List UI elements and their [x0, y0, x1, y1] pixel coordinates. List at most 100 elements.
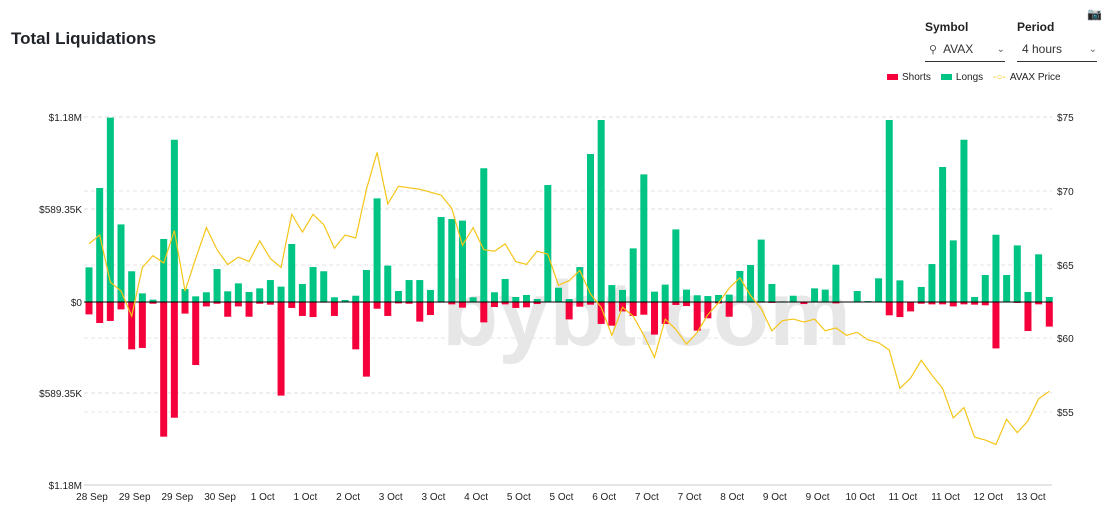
long-bar — [1045, 296, 1053, 302]
x-tick-label: 4 Oct — [464, 492, 488, 503]
long-bar — [213, 269, 221, 302]
long-bar — [288, 243, 296, 302]
short-bar — [949, 302, 957, 307]
short-bar — [352, 302, 360, 350]
long-bar — [277, 286, 285, 302]
long-bar — [949, 240, 957, 302]
long-bar — [939, 167, 947, 302]
long-bar — [458, 220, 466, 302]
long-bar — [320, 271, 328, 302]
short-bar — [85, 302, 93, 315]
right-tick-label: $65 — [1057, 261, 1074, 272]
long-bar — [202, 292, 210, 302]
long-bar — [85, 267, 93, 302]
long-bar — [672, 229, 680, 302]
long-bar — [405, 280, 413, 302]
long-bar — [875, 278, 883, 302]
x-tick-label: 5 Oct — [507, 492, 531, 503]
long-bar — [384, 265, 392, 302]
short-bar — [896, 302, 904, 318]
x-tick-label: 3 Oct — [379, 492, 403, 503]
long-bar — [704, 296, 712, 302]
x-tick-label: 13 Oct — [1016, 492, 1046, 503]
long-bar — [106, 117, 114, 302]
right-tick-label: $75 — [1057, 113, 1074, 124]
long-bar — [437, 217, 445, 302]
long-bar — [619, 289, 626, 302]
short-bar — [576, 302, 584, 307]
short-bar — [693, 302, 701, 331]
short-bar — [651, 302, 659, 335]
short-bar — [234, 302, 242, 307]
long-bar — [896, 280, 904, 302]
short-bar — [181, 302, 189, 314]
long-bar — [1013, 245, 1021, 302]
liquidations-panel: Total Liquidations 📷 Symbol ⚲ AVAX ⌄ Per… — [0, 0, 1108, 509]
x-tick-label: 3 Oct — [421, 492, 445, 503]
long-bar — [821, 289, 829, 302]
short-bar — [907, 302, 915, 312]
short-bar — [309, 302, 317, 318]
short-bar — [96, 302, 104, 324]
short-bar — [458, 302, 466, 308]
long-bar — [1003, 275, 1011, 302]
short-bar — [704, 302, 712, 319]
long-bar — [192, 296, 200, 302]
short-bar — [362, 302, 370, 377]
short-bar — [245, 302, 253, 317]
x-tick-label: 5 Oct — [550, 492, 574, 503]
x-tick-label: 9 Oct — [806, 492, 830, 503]
long-bar — [683, 289, 691, 302]
short-bar — [725, 302, 733, 317]
left-tick-label: $589.35K — [39, 389, 82, 400]
right-tick-label: $70 — [1057, 187, 1074, 198]
long-bar — [1024, 291, 1032, 302]
short-bar — [298, 302, 306, 316]
short-bar — [384, 302, 392, 316]
long-bar — [928, 264, 936, 302]
short-bar — [192, 302, 200, 366]
long-bar — [992, 234, 1000, 302]
left-tick-label: $1.18M — [49, 481, 82, 492]
short-bar — [512, 302, 520, 308]
long-bar — [416, 280, 424, 302]
chart: bybt.com $1.18M$589.35K$0$589.35K$1.18M$… — [39, 113, 1074, 503]
short-bar — [416, 302, 424, 322]
long-bar — [725, 294, 733, 302]
x-tick-label: 11 Oct — [931, 492, 960, 503]
long-bar — [640, 174, 648, 302]
x-tick-label: 11 Oct — [889, 492, 918, 503]
long-bar — [128, 271, 136, 302]
x-tick-label: 9 Oct — [763, 492, 787, 503]
long-bar — [352, 295, 360, 302]
short-bar — [565, 302, 573, 320]
long-bar — [160, 238, 168, 302]
long-bar — [586, 154, 594, 302]
short-bar — [160, 302, 168, 437]
x-tick-label: 29 Sep — [162, 492, 194, 503]
long-bar — [917, 286, 925, 302]
short-bar — [1045, 302, 1053, 327]
x-tick-label: 8 Oct — [720, 492, 744, 503]
long-bar — [394, 291, 402, 302]
short-bar — [490, 302, 498, 308]
x-tick-label: 7 Oct — [635, 492, 659, 503]
long-bar — [362, 270, 370, 302]
short-bar — [330, 302, 338, 316]
long-bar — [554, 287, 562, 302]
short-bar — [106, 302, 114, 321]
short-bar — [426, 302, 434, 316]
short-bar — [522, 302, 530, 308]
long-bar — [544, 185, 552, 302]
long-bar — [448, 219, 456, 302]
long-bar — [789, 295, 797, 302]
long-bar — [469, 297, 477, 302]
short-bar — [885, 302, 893, 316]
long-bar — [256, 288, 264, 302]
right-tick-label: $55 — [1057, 408, 1074, 419]
x-tick-label: 28 Sep — [76, 492, 108, 503]
short-bar — [138, 302, 146, 348]
long-bar — [1035, 254, 1043, 302]
long-bar — [309, 267, 317, 302]
long-bar — [426, 289, 434, 302]
